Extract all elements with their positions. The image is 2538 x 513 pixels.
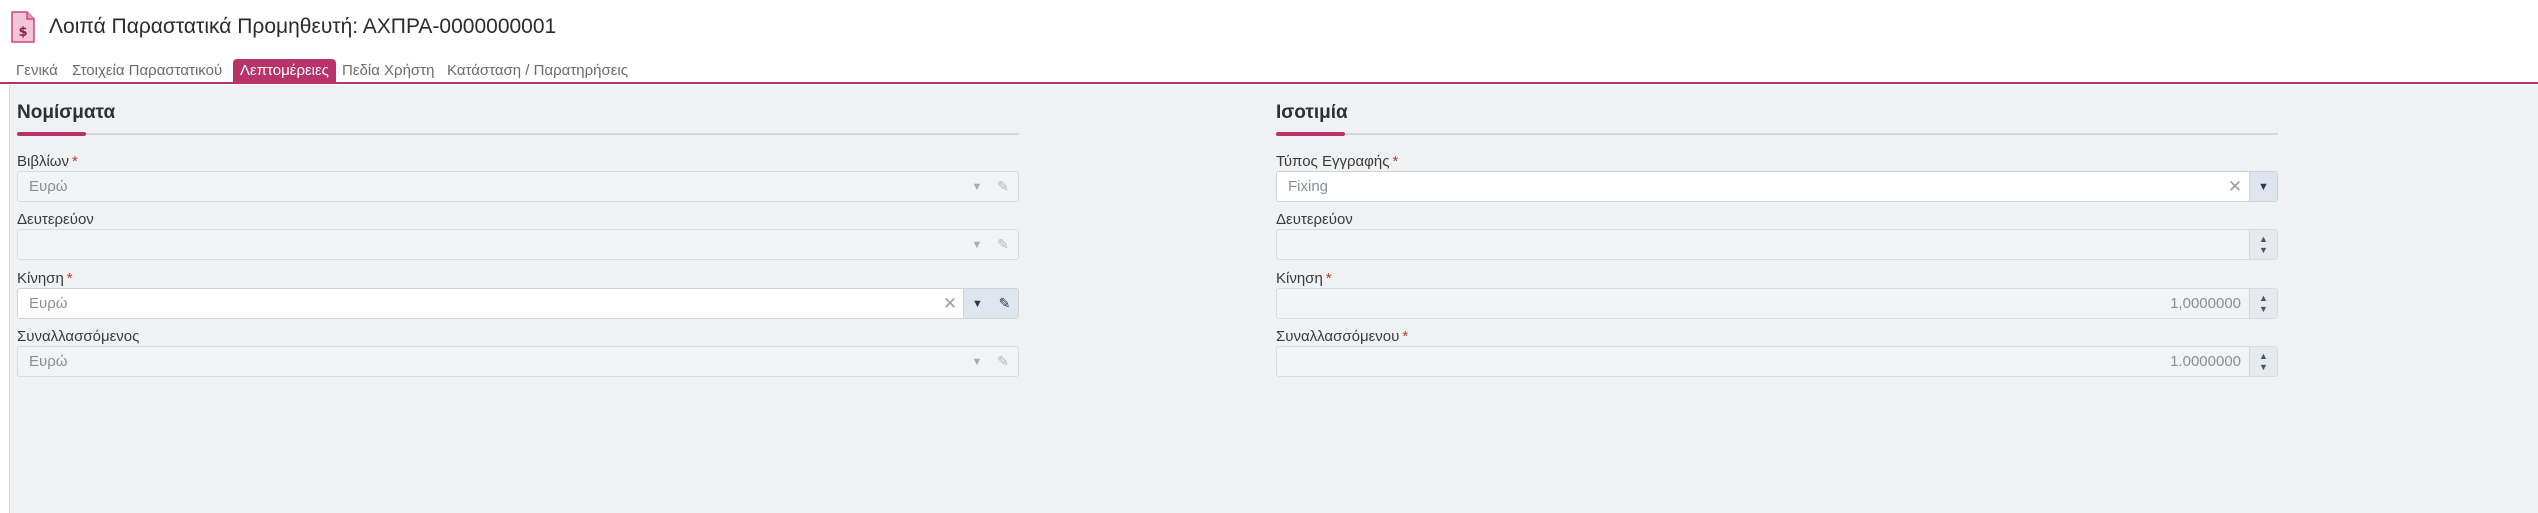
clear-icon[interactable]: ✕ [2223, 172, 2247, 201]
stepper-up-icon[interactable]: ▲ [2259, 293, 2268, 304]
tab-status-notes[interactable]: Κατάσταση / Παρατηρήσεις [447, 59, 628, 83]
books-currency-label: Βιβλίων * [17, 153, 78, 170]
chevron-down-icon[interactable]: ▼ [964, 172, 990, 201]
svg-text:$: $ [18, 25, 27, 40]
tab-details[interactable]: Λεπτομέρειες [233, 59, 336, 83]
tab-general[interactable]: Γενικά [16, 59, 58, 83]
stepper-down-icon[interactable]: ▼ [2259, 304, 2268, 315]
number-stepper[interactable]: ▲ ▼ [2249, 289, 2277, 318]
parity-divider [1276, 133, 2278, 135]
secondary-parity-input[interactable]: ▲ ▼ [1276, 229, 2278, 260]
tab-bar: Γενικά Στοιχεία Παραστατικού Λεπτομέρειε… [0, 57, 2538, 84]
counterparty-parity-label: Συναλλασσόμενου * [1276, 328, 1409, 345]
pencil-icon[interactable]: ✎ [990, 347, 1016, 376]
number-stepper[interactable]: ▲ ▼ [2249, 347, 2277, 376]
movement-currency-select[interactable]: Ευρώ ✕ ▼ ✎ [17, 288, 1019, 319]
number-stepper[interactable]: ▲ ▼ [2249, 230, 2277, 259]
secondary-parity-label: Δευτερεύον [1276, 211, 1353, 228]
chevron-down-icon[interactable]: ▼ [2249, 172, 2277, 201]
counterparty-currency-select[interactable]: Ευρώ ▼ ✎ [17, 346, 1019, 377]
stepper-down-icon[interactable]: ▼ [2259, 362, 2268, 373]
stepper-up-icon[interactable]: ▲ [2259, 351, 2268, 362]
stepper-up-icon[interactable]: ▲ [2259, 234, 2268, 245]
entry-type-select[interactable]: Fixing ✕ ▼ [1276, 171, 2278, 202]
details-panel: Νομίσματα Βιβλίων * Ευρώ ▼ ✎ Δευτερεύον ▼… [9, 85, 2538, 513]
currencies-section-title: Νομίσματα [17, 102, 116, 123]
page-title: Λοιπά Παραστατικά Προμηθευτή: ΑΧΠΡΑ-0000… [49, 15, 557, 38]
movement-parity-label: Κίνηση * [1276, 270, 1332, 287]
secondary-currency-label: Δευτερεύον [17, 211, 94, 228]
parity-section-title: Ισοτιμία [1276, 102, 1348, 123]
books-currency-select[interactable]: Ευρώ ▼ ✎ [17, 171, 1019, 202]
secondary-currency-select[interactable]: ▼ ✎ [17, 229, 1019, 260]
invoice-dollar-icon: $ [11, 11, 35, 43]
currencies-divider [17, 133, 1019, 135]
movement-currency-label: Κίνηση * [17, 270, 73, 287]
pencil-icon[interactable]: ✎ [990, 172, 1016, 201]
entry-type-label: Τύπος Εγγραφής * [1276, 153, 1399, 170]
window-header: $ Λοιπά Παραστατικά Προμηθευτή: ΑΧΠΡΑ-00… [0, 0, 2538, 56]
movement-parity-input[interactable]: 1,0000000 ▲ ▼ [1276, 288, 2278, 319]
currencies-accent [17, 132, 86, 136]
parity-accent [1276, 132, 1345, 136]
pencil-icon[interactable]: ✎ [991, 289, 1018, 318]
chevron-down-icon[interactable]: ▼ [964, 230, 990, 259]
stepper-down-icon[interactable]: ▼ [2259, 245, 2268, 256]
tab-user-fields[interactable]: Πεδία Χρήστη [342, 59, 434, 83]
chevron-down-icon[interactable]: ▼ [964, 347, 990, 376]
pencil-icon[interactable]: ✎ [990, 230, 1016, 259]
clear-icon[interactable]: ✕ [938, 289, 962, 318]
tab-document-details[interactable]: Στοιχεία Παραστατικού [72, 59, 222, 83]
chevron-down-icon[interactable]: ▼ [963, 289, 991, 318]
counterparty-parity-input[interactable]: 1.0000000 ▲ ▼ [1276, 346, 2278, 377]
counterparty-currency-label: Συναλλασσόμενος [17, 328, 140, 345]
